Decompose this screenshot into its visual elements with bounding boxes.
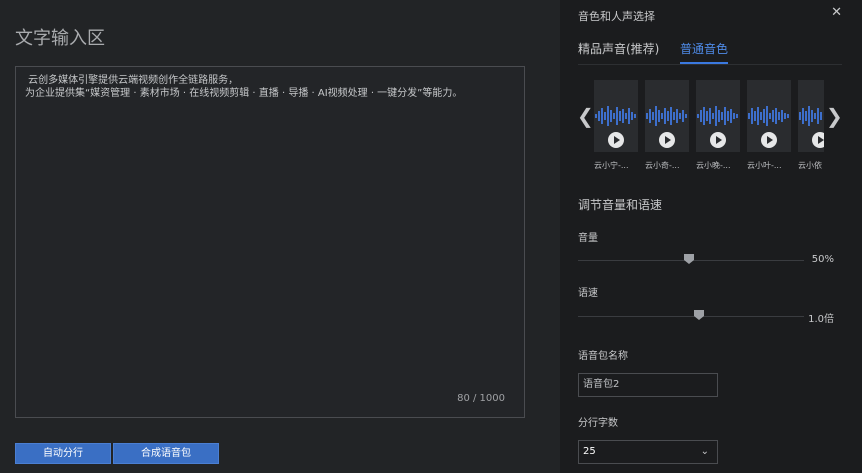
volume-value: 50% xyxy=(811,254,834,265)
chevron-right-icon[interactable]: ❯ xyxy=(826,104,843,128)
voice-card[interactable] xyxy=(645,80,689,152)
voice-card[interactable] xyxy=(594,80,638,152)
play-icon[interactable] xyxy=(710,132,726,148)
voice-item[interactable]: 云小依 xyxy=(798,80,824,171)
voice-item[interactable]: 云小奇-... xyxy=(645,80,689,171)
package-name-label: 语音包名称 xyxy=(578,351,628,362)
voice-name: 云小宁-... xyxy=(594,161,629,170)
waveform-icon xyxy=(799,106,822,126)
synthesize-voice-button[interactable]: 合成语音包 xyxy=(113,443,219,464)
waveform-icon xyxy=(748,106,789,126)
play-icon[interactable] xyxy=(812,132,824,148)
voice-card[interactable] xyxy=(747,80,791,152)
play-icon[interactable] xyxy=(659,132,675,148)
text-input-area[interactable]: 云创多媒体引擎提供云端视频创作全链路服务， 为企业提供集“媒资管理 · 素材市场… xyxy=(15,66,525,418)
chevron-down-icon: ⌄ xyxy=(700,446,709,457)
auto-wrap-button[interactable]: 自动分行 xyxy=(15,443,111,464)
speed-slider[interactable] xyxy=(578,316,804,317)
voice-item[interactable]: 云小晚-... xyxy=(696,80,740,171)
waveform-icon xyxy=(697,106,738,126)
waveform-icon xyxy=(646,106,687,126)
voice-name: 云小依 xyxy=(798,161,822,170)
play-icon[interactable] xyxy=(608,132,624,148)
tab-divider xyxy=(578,64,842,65)
voice-name: 云小晚-... xyxy=(696,161,731,170)
voice-item[interactable]: 云小叶-... xyxy=(747,80,791,171)
char-counter: 80 / 1000 xyxy=(457,393,505,404)
tab-standard-voices[interactable]: 普通音色 xyxy=(680,40,728,57)
chars-per-line-select[interactable]: 25 ⌄ xyxy=(578,440,718,464)
text-line-2: 为企业提供集“媒资管理 · 素材市场 · 在线视频剪辑 · 直播 · 导播 · … xyxy=(25,88,463,99)
voice-card[interactable] xyxy=(798,80,824,152)
text-line-1: 云创多媒体引擎提供云端视频创作全链路服务， xyxy=(25,75,239,86)
text-input-content: 云创多媒体引擎提供云端视频创作全链路服务， 为企业提供集“媒资管理 · 素材市场… xyxy=(25,74,462,100)
tab-premium-voices[interactable]: 精品声音(推荐) xyxy=(578,40,659,57)
speed-label: 语速 xyxy=(578,288,598,299)
text-input-panel: 文字输入区 云创多媒体引擎提供云端视频创作全链路服务， 为企业提供集“媒资管理 … xyxy=(0,0,560,473)
volume-slider-thumb[interactable] xyxy=(684,254,694,264)
panel-title: 音色和人声选择 xyxy=(578,10,655,23)
voice-card[interactable] xyxy=(696,80,740,152)
voice-name: 云小叶-... xyxy=(747,161,782,170)
volume-label: 音量 xyxy=(578,233,598,244)
chevron-left-icon[interactable]: ❮ xyxy=(577,104,594,128)
section-title: 调节音量和语速 xyxy=(578,198,663,212)
voice-name: 云小奇-... xyxy=(645,161,680,170)
speed-value: 1.0倍 xyxy=(808,314,834,325)
play-icon[interactable] xyxy=(761,132,777,148)
waveform-icon xyxy=(595,106,636,126)
voice-item[interactable]: 云小宁-... xyxy=(594,80,638,171)
speed-slider-thumb[interactable] xyxy=(694,310,704,320)
close-icon[interactable]: ✕ xyxy=(831,5,842,20)
package-name-input[interactable]: 语音包2 xyxy=(578,373,718,397)
chars-per-line-value: 25 xyxy=(583,446,596,457)
voice-settings-panel: 音色和人声选择 ✕ 精品声音(推荐) 普通音色 ❮ 云小宁-... 云小奇-..… xyxy=(560,0,862,473)
chars-per-line-label: 分行字数 xyxy=(578,418,618,429)
page-title: 文字输入区 xyxy=(15,28,105,49)
